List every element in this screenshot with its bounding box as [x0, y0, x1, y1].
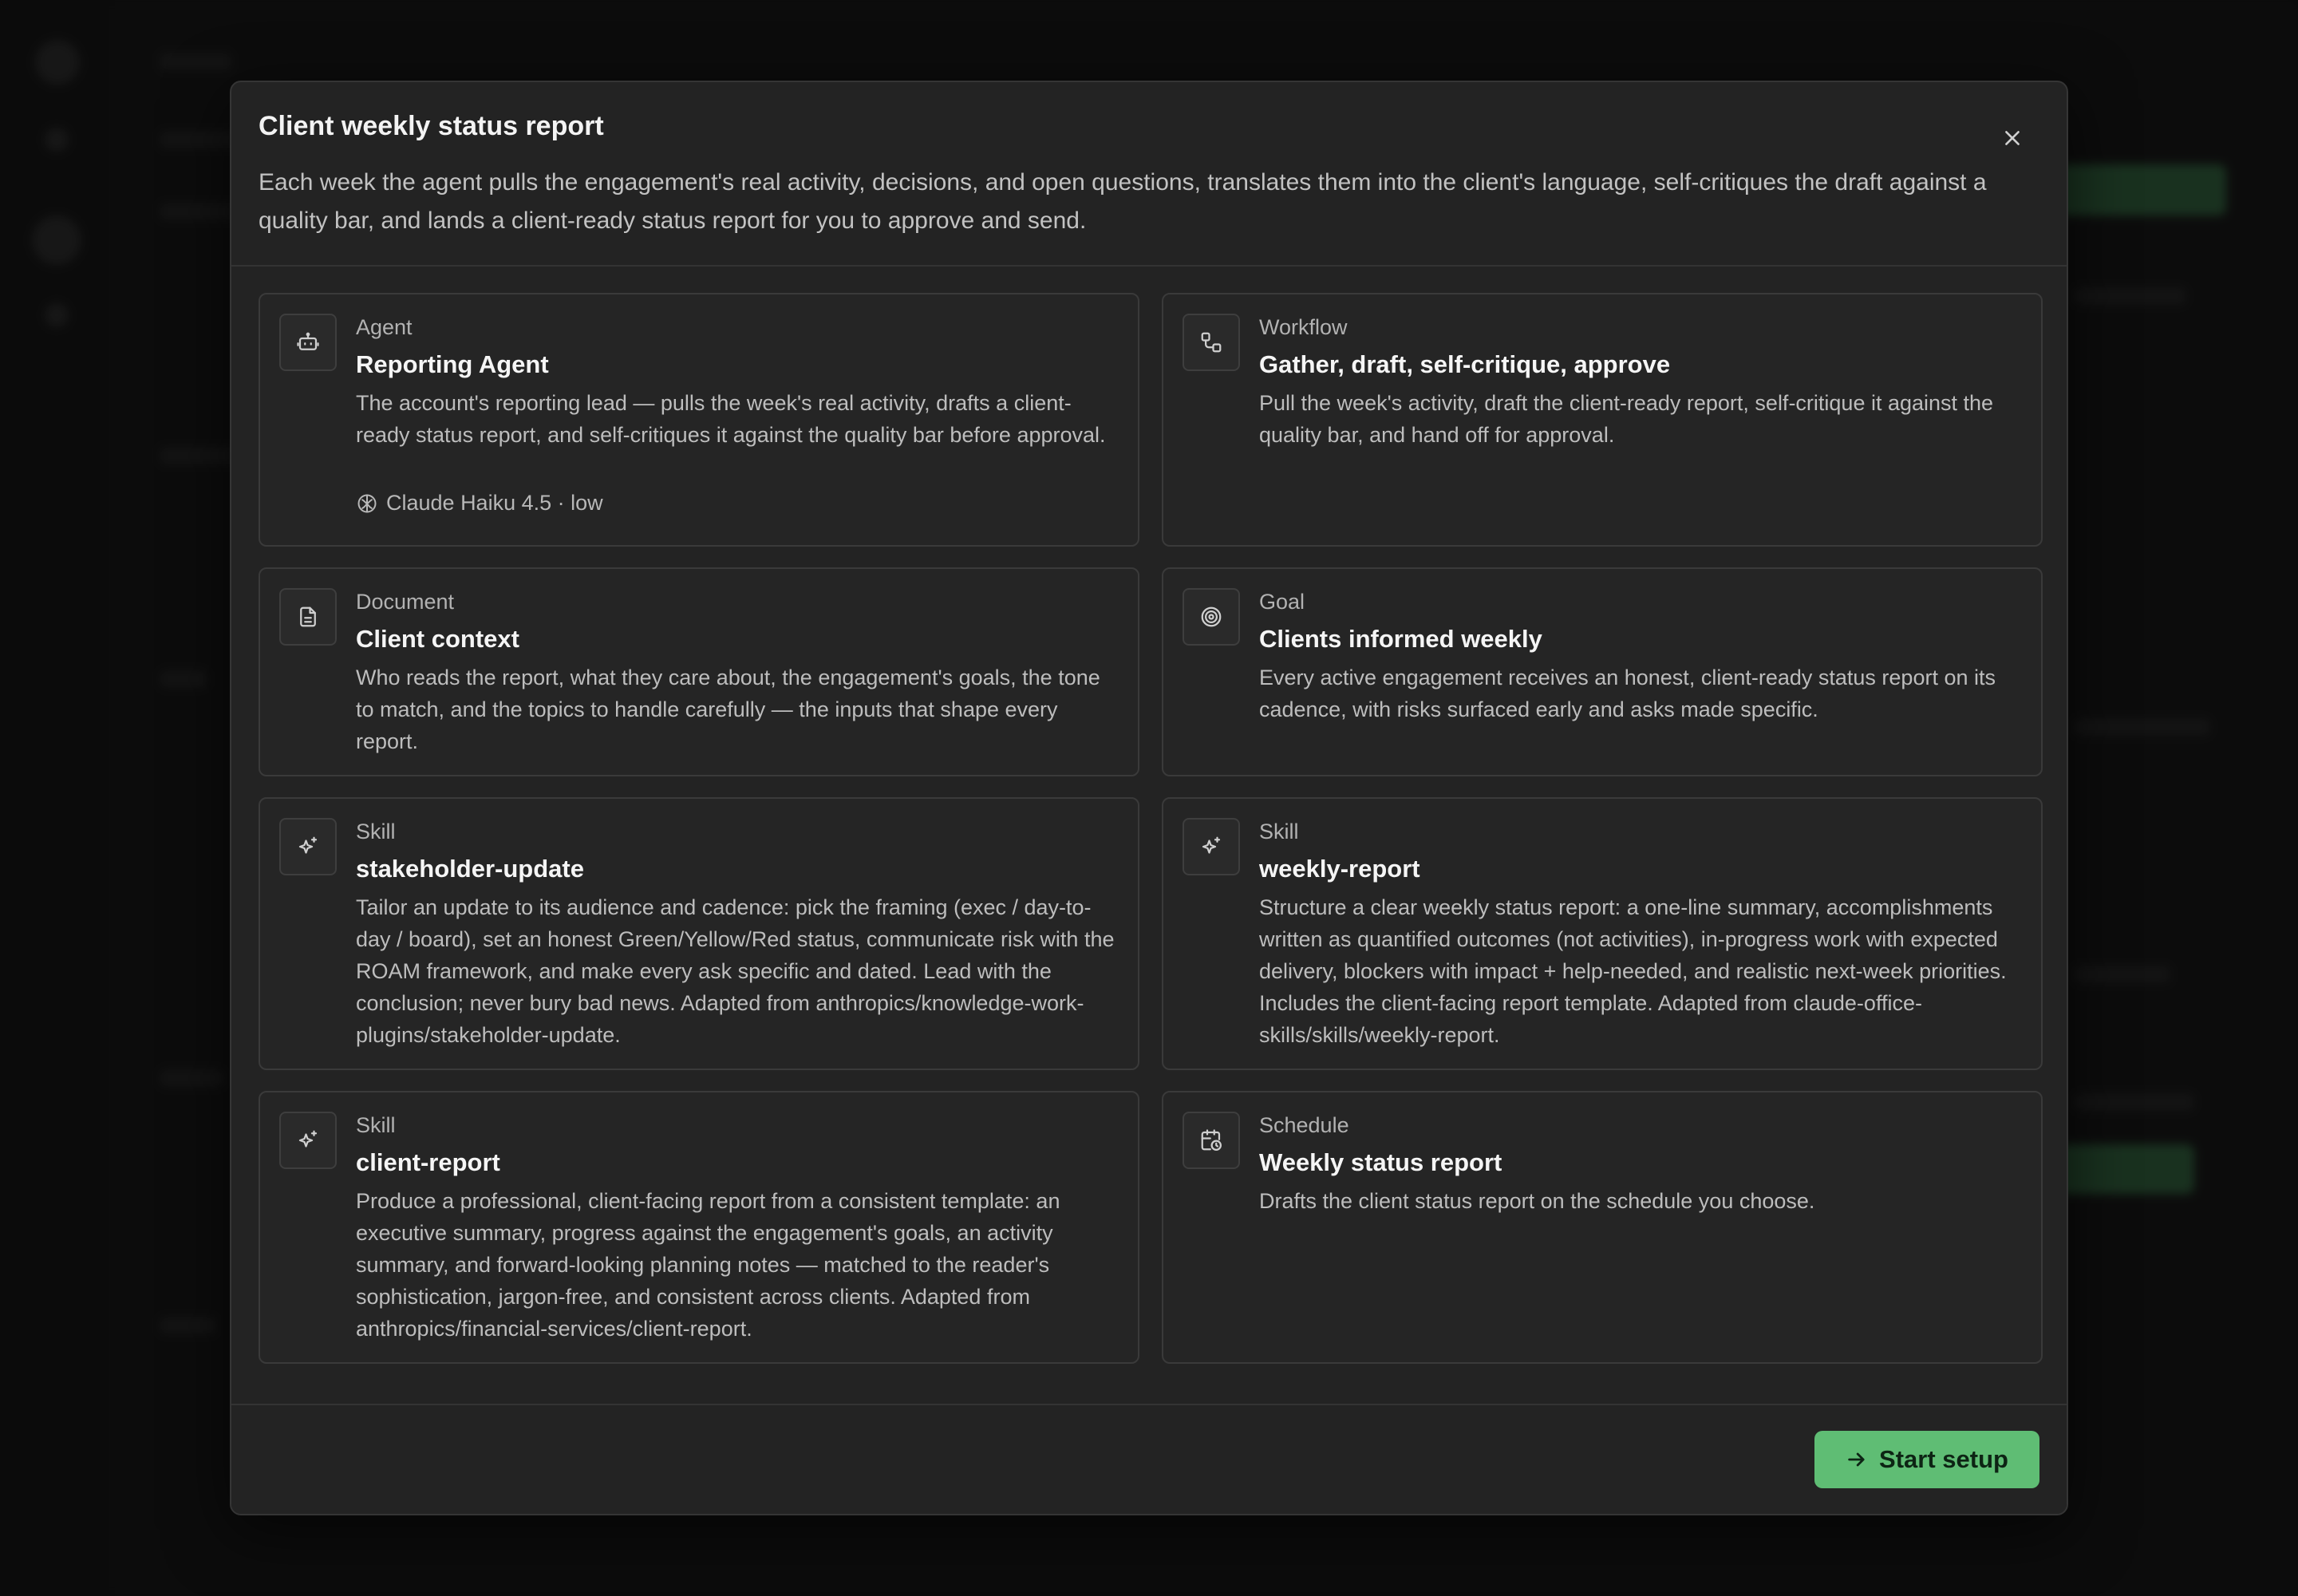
start-setup-button[interactable]: Start setup: [1814, 1431, 2039, 1488]
card-description: Tailor an update to its audience and cad…: [356, 895, 1115, 1047]
card-agent[interactable]: Agent Reporting Agent The account's repo…: [259, 293, 1139, 547]
target-icon: [1183, 588, 1240, 646]
card-description: Structure a clear weekly status report: …: [1259, 895, 2007, 1047]
card-workflow[interactable]: Workflow Gather, draft, self-critique, a…: [1162, 293, 2043, 547]
card-kind-label: Goal: [1259, 590, 1305, 614]
card-description: Every active engagement receives an hone…: [1259, 666, 1996, 721]
card-title: client-report: [356, 1148, 500, 1176]
card-description: Drafts the client status report on the s…: [1259, 1189, 1815, 1213]
close-button[interactable]: [1995, 120, 2030, 156]
card-title: Reporting Agent: [356, 350, 549, 378]
card-skill-stakeholder-update[interactable]: Skill stakeholder-update Tailor an updat…: [259, 797, 1139, 1070]
card-title: Client context: [356, 625, 519, 653]
card-kind-label: Workflow: [1259, 315, 1348, 339]
card-title: Clients informed weekly: [1259, 625, 1542, 653]
model-icon: [357, 494, 377, 512]
card-title: Gather, draft, self-critique, approve: [1259, 350, 1671, 378]
sparkle-icon: [279, 818, 337, 875]
arrow-right-icon: [1848, 1452, 1865, 1467]
card-description: Pull the week's activity, draft the clie…: [1259, 391, 1994, 447]
card-goal[interactable]: Goal Clients informed weekly Every activ…: [1162, 567, 2043, 776]
dialog-title: Client weekly status report: [259, 111, 604, 141]
card-kind-label: Schedule: [1259, 1113, 1349, 1137]
card-kind-label: Document: [356, 590, 455, 614]
card-skill-weekly-report[interactable]: Skill weekly-report Structure a clear we…: [1162, 797, 2043, 1070]
dialog-header: Client weekly status report Each week th…: [231, 82, 2067, 267]
close-icon: [2005, 131, 2020, 145]
sparkle-icon: [1183, 818, 1240, 875]
workflow-icon: [1183, 314, 1240, 371]
calendar-clock-icon: [1183, 1112, 1240, 1169]
template-detail-dialog: Client weekly status report Each week th…: [230, 81, 2068, 1515]
card-kind-label: Skill: [356, 1113, 396, 1137]
card-document[interactable]: Document Client context Who reads the re…: [259, 567, 1139, 776]
card-description: Who reads the report, what they care abo…: [356, 666, 1100, 753]
card-description: Produce a professional, client-facing re…: [356, 1189, 1060, 1341]
start-setup-label: Start setup: [1879, 1445, 2008, 1473]
robot-icon: [279, 314, 337, 371]
card-kind-label: Agent: [356, 315, 413, 339]
card-title: Weekly status report: [1259, 1148, 1502, 1176]
sparkle-icon: [279, 1112, 337, 1169]
card-kind-label: Skill: [1259, 820, 1299, 843]
dialog-footer: Start setup: [231, 1404, 2067, 1514]
model-label: Claude Haiku 4.5 · low: [386, 491, 603, 515]
card-skill-client-report[interactable]: Skill client-report Produce a profession…: [259, 1091, 1139, 1364]
card-schedule[interactable]: Schedule Weekly status report Drafts the…: [1162, 1091, 2043, 1364]
card-title: stakeholder-update: [356, 855, 584, 883]
dialog-description: Each week the agent pulls the engagement…: [259, 169, 1987, 234]
card-kind-label: Skill: [356, 820, 396, 843]
card-description: The account's reporting lead — pulls the…: [356, 391, 1106, 447]
card-title: weekly-report: [1259, 855, 1420, 883]
document-icon: [279, 588, 337, 646]
model-info: Claude Haiku 4.5 · low: [356, 491, 603, 516]
